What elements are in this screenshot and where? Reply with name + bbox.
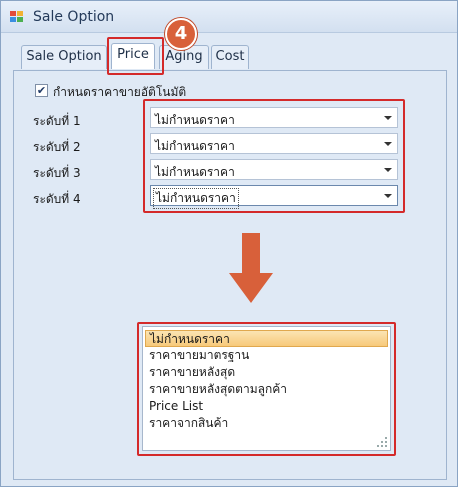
- tab-price[interactable]: Price: [111, 43, 155, 69]
- level-2-label: ระดับที่ 2: [33, 140, 81, 154]
- tab-cost[interactable]: Cost: [211, 45, 249, 69]
- level-3-label: ระดับที่ 3: [33, 166, 81, 180]
- sale-option-window: Sale Option Sale Option Price Aging Cost…: [0, 0, 458, 487]
- option-list-highlight: [137, 322, 396, 456]
- level-selects-highlight: [143, 99, 405, 213]
- title-bar: Sale Option: [1, 1, 457, 33]
- level-1-label: ระดับที่ 1: [33, 114, 81, 128]
- down-arrow-icon: [229, 233, 273, 303]
- app-icon: [10, 11, 23, 22]
- level-4-label: ระดับที่ 4: [33, 192, 81, 206]
- auto-price-checkbox[interactable]: ✔: [35, 84, 48, 97]
- window-title: Sale Option: [33, 9, 115, 25]
- tab-sale-option[interactable]: Sale Option: [21, 45, 107, 69]
- step-number-badge: 4: [165, 18, 197, 50]
